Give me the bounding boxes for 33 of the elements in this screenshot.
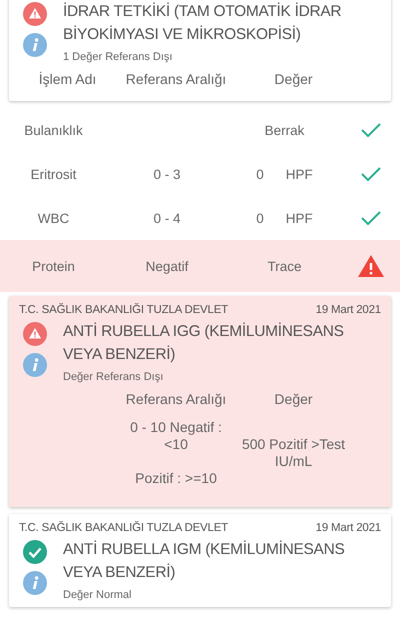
- status-summary: 1 Değer Referans Dışı: [63, 51, 174, 63]
- info-icon: [23, 571, 47, 595]
- date-label: 19 Mart 2021: [316, 304, 381, 316]
- result-value: Trace: [267, 258, 302, 274]
- reference-range: Negatif: [144, 258, 190, 274]
- test-name: Bulanıklık: [23, 122, 84, 138]
- reference-range: 0 - 10 Negatif : <10 Pozitif : >=10: [129, 419, 223, 487]
- test-title: ANTİ RUBELLA IGM (KEMİLUMİNESANS VEYA BENZERİ): [63, 540, 346, 583]
- result-value: 500 Pozitif >Test IU/mL: [240, 436, 346, 470]
- result-value: Berrak: [264, 122, 304, 138]
- date-label: 19 Mart 2021: [316, 522, 381, 534]
- result-value: 0: [256, 166, 264, 182]
- column-header: Değer: [273, 71, 314, 87]
- hospital-name: T.C. SAĞLIK BAKANLIĞI TUZLA DEVLET: [19, 304, 228, 316]
- status-summary: Değer Referans Dışı: [63, 371, 164, 383]
- column-header: Değer: [273, 391, 314, 407]
- column-header: Referans Aralığı: [124, 71, 228, 87]
- status-summary: Değer Normal: [63, 589, 132, 601]
- test-title: İDRAR TETKİKİ (TAM OTOMATİK İDRAR BİYOKİMYASI VE MİKROSKOPİSİ): [63, 2, 342, 45]
- column-header: Referans Aralığı: [124, 391, 228, 407]
- column-header: İşlem Adı: [38, 71, 98, 87]
- result-value: 0: [256, 210, 264, 226]
- hospital-name: T.C. SAĞLIK BAKANLIĞI TUZLA DEVLET: [19, 522, 228, 534]
- test-name: Protein: [31, 258, 76, 274]
- info-icon: [23, 353, 47, 377]
- reference-range: 0 - 4: [152, 210, 182, 226]
- info-icon: [23, 33, 47, 57]
- unit-label: HPF: [286, 166, 313, 182]
- test-title: ANTİ RUBELLA IGG (KEMİLUMİNESANS VEYA BENZERİ): [63, 322, 345, 365]
- test-name: Eritrosit: [30, 166, 78, 182]
- reference-range: 0 - 3: [152, 166, 182, 182]
- test-name: WBC: [36, 210, 70, 226]
- unit-label: HPF: [286, 210, 313, 226]
